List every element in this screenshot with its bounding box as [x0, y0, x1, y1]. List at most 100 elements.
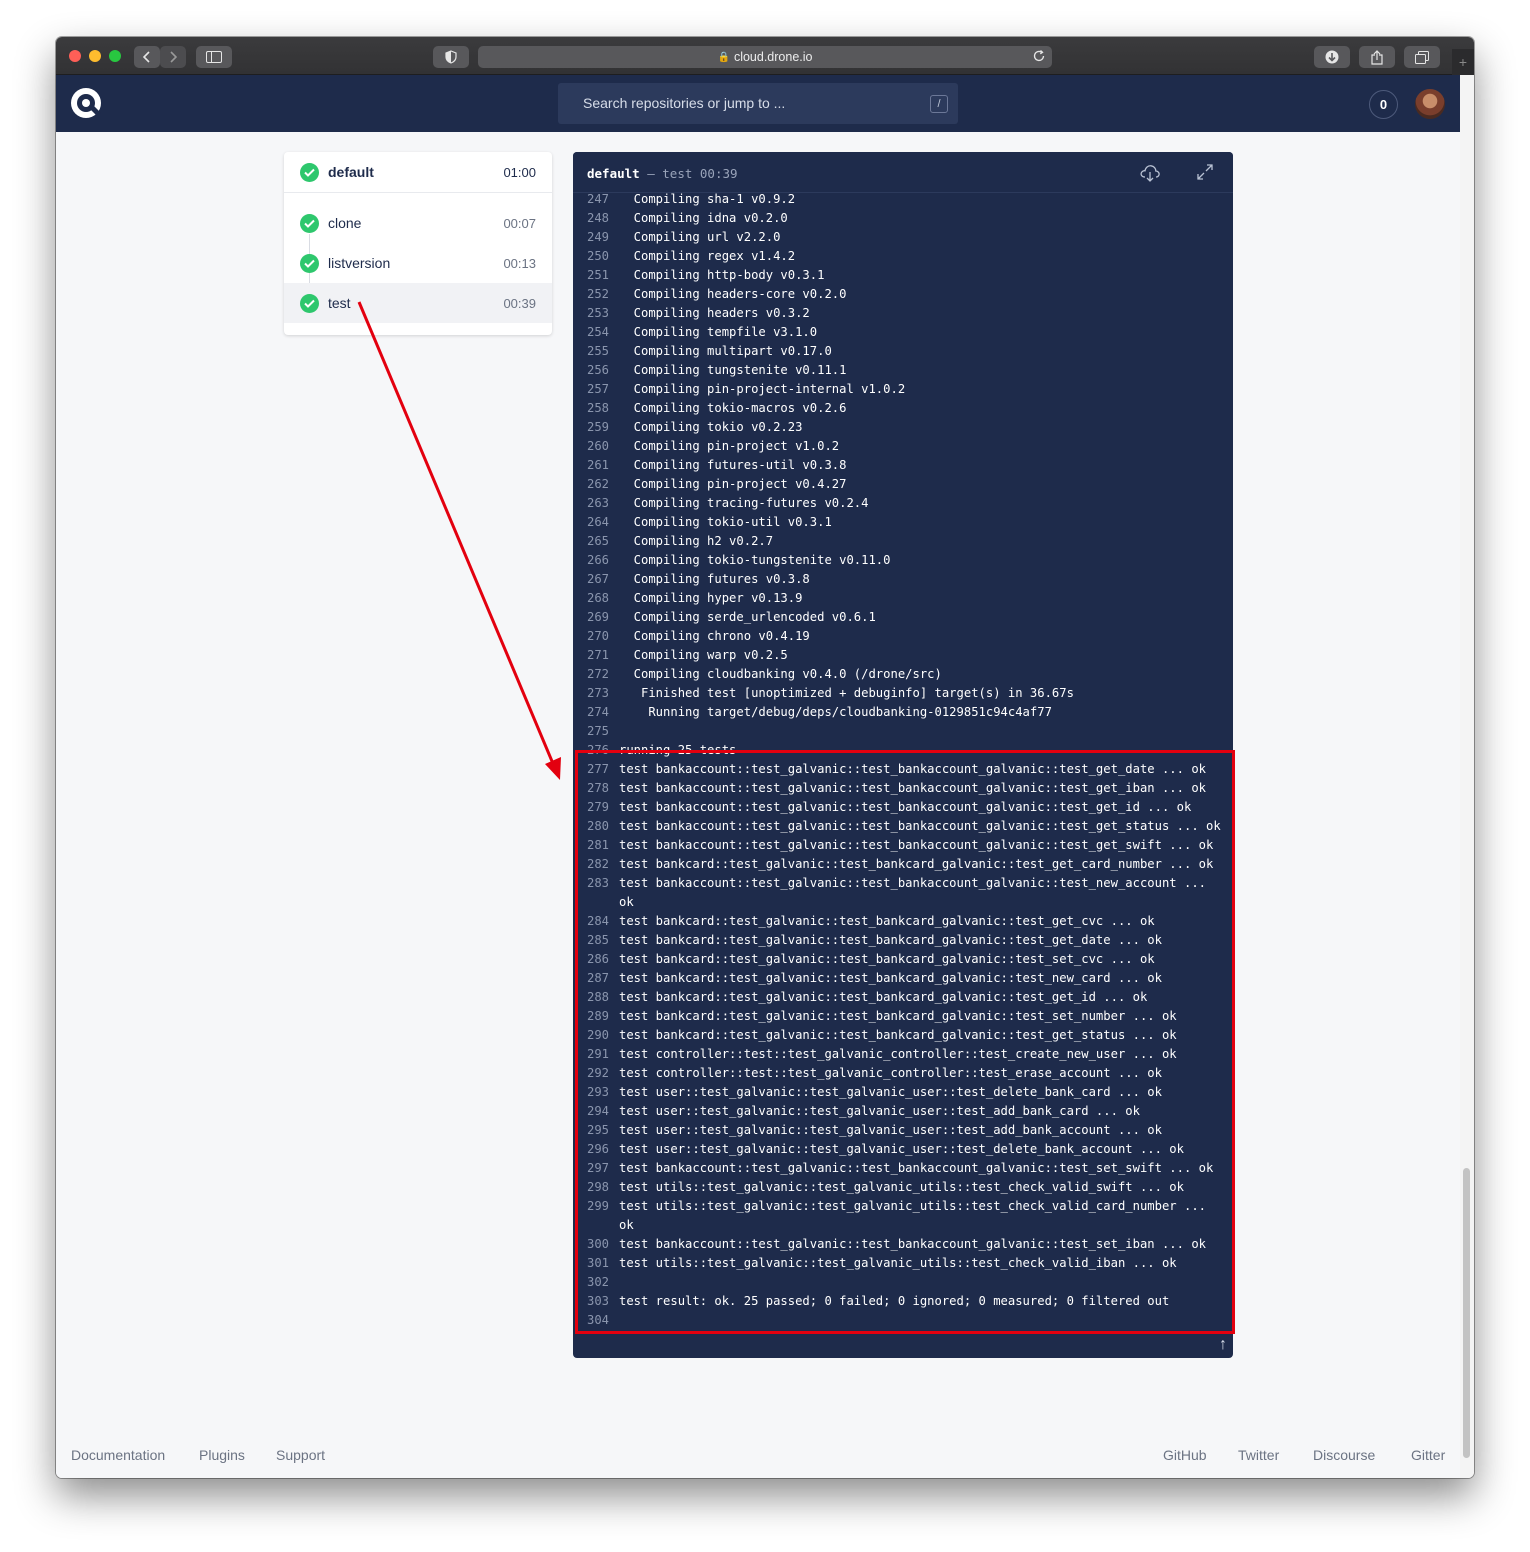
- new-tab-button[interactable]: +: [1452, 49, 1474, 75]
- log-header: default – test 00:39: [573, 152, 1233, 193]
- share-icon: [1371, 49, 1383, 65]
- log-line: 266 Compiling tokio-tungstenite v0.11.0: [573, 551, 1233, 570]
- log-title: default – test 00:39: [587, 166, 738, 181]
- log-line-number: 264: [586, 515, 609, 529]
- chevron-left-icon: [143, 51, 150, 63]
- scrollbar-thumb[interactable]: [1463, 1168, 1470, 1458]
- stage-header[interactable]: default 01:00: [284, 152, 552, 193]
- step-listversion[interactable]: listversion 00:13: [284, 243, 552, 283]
- drone-logo-icon[interactable]: [70, 87, 102, 124]
- zoom-window-button[interactable]: [109, 50, 121, 62]
- step-test[interactable]: test 00:39: [284, 283, 552, 323]
- log-line-number: 250: [586, 249, 609, 263]
- tabs-overview-button[interactable]: [1404, 46, 1440, 68]
- log-line: 257 Compiling pin-project-internal v1.0.…: [573, 380, 1233, 399]
- log-line-text: Compiling http-body v0.3.1: [619, 268, 825, 282]
- user-avatar[interactable]: [1415, 89, 1445, 119]
- log-line-number: 267: [586, 572, 609, 586]
- log-line: 264 Compiling tokio-util v0.3.1: [573, 513, 1233, 532]
- log-line-text: Compiling tracing-futures v0.2.4: [619, 496, 869, 510]
- log-line-text: Compiling futures v0.3.8: [619, 572, 810, 586]
- share-button[interactable]: [1359, 46, 1395, 68]
- shield-icon: [445, 50, 457, 64]
- log-line-text: Compiling cloudbanking v0.4.0 (/drone/sr…: [619, 667, 942, 681]
- log-line-number: 260: [586, 439, 609, 453]
- log-duration-value: 00:39: [699, 166, 738, 181]
- sidebar-icon: [206, 51, 222, 63]
- forward-button[interactable]: [160, 46, 186, 68]
- log-line-number: 249: [586, 230, 609, 244]
- footer-link-gitter[interactable]: Gitter: [1411, 1447, 1445, 1463]
- footer-link-support[interactable]: Support: [276, 1447, 325, 1463]
- log-title-separator: –: [639, 166, 663, 181]
- highlight-box: [575, 750, 1235, 1334]
- back-button[interactable]: [134, 46, 160, 68]
- log-line-number: 261: [586, 458, 609, 472]
- log-line: 255 Compiling multipart v0.17.0: [573, 342, 1233, 361]
- search-input[interactable]: Search repositories or jump to ... /: [558, 83, 958, 124]
- scroll-to-top-icon[interactable]: ↑: [1219, 1336, 1227, 1354]
- log-line-text: Compiling futures-util v0.3.8: [619, 458, 847, 472]
- log-line: 270 Compiling chrono v0.4.19: [573, 627, 1233, 646]
- step-clone[interactable]: clone 00:07: [284, 203, 552, 243]
- success-check-icon: [300, 213, 319, 233]
- footer-link-twitter[interactable]: Twitter: [1238, 1447, 1279, 1463]
- log-step-name: test: [662, 166, 693, 181]
- app-navbar: Search repositories or jump to ... / 0: [56, 75, 1460, 132]
- log-line: 258 Compiling tokio-macros v0.2.6: [573, 399, 1233, 418]
- log-line: 256 Compiling tungstenite v0.11.1: [573, 361, 1233, 380]
- log-line-number: 274: [586, 705, 609, 719]
- log-duration: 00:39: [692, 166, 738, 181]
- log-line: 259 Compiling tokio v0.2.23: [573, 418, 1233, 437]
- reload-icon[interactable]: [1032, 49, 1046, 66]
- log-line: 254 Compiling tempfile v3.1.0: [573, 323, 1233, 342]
- log-line-number: 251: [586, 268, 609, 282]
- log-line: 274 Running target/debug/deps/cloudbanki…: [573, 703, 1233, 722]
- log-line-number: 248: [586, 211, 609, 225]
- log-line-text: Compiling warp v0.2.5: [619, 648, 788, 662]
- page-scrollbar[interactable]: [1460, 75, 1474, 1478]
- log-line-number: 265: [586, 534, 609, 548]
- log-line-text: Compiling headers-core v0.2.0: [619, 287, 847, 301]
- url-text: cloud.drone.io: [733, 50, 813, 64]
- minimize-window-button[interactable]: [89, 50, 101, 62]
- log-line: 252 Compiling headers-core v0.2.0: [573, 285, 1233, 304]
- close-window-button[interactable]: [69, 50, 81, 62]
- log-line-text: Compiling url v2.2.0: [619, 230, 781, 244]
- stage-name: default: [328, 164, 374, 180]
- log-line-number: 262: [586, 477, 609, 491]
- log-line: 269 Compiling serde_urlencoded v0.6.1: [573, 608, 1233, 627]
- sidebar-toggle-button[interactable]: [196, 46, 232, 68]
- log-line-text: Compiling regex v1.4.2: [619, 249, 796, 263]
- log-line: 267 Compiling futures v0.3.8: [573, 570, 1233, 589]
- log-line: 275: [573, 722, 1233, 741]
- privacy-report-button[interactable]: [433, 46, 469, 68]
- success-check-icon: [300, 293, 319, 313]
- log-line-number: 256: [586, 363, 609, 377]
- log-line-text: Compiling pin-project-internal v1.0.2: [619, 382, 906, 396]
- expand-icon[interactable]: [1195, 162, 1215, 187]
- step-duration: 00:07: [503, 215, 536, 231]
- footer-link-documentation[interactable]: Documentation: [71, 1447, 165, 1463]
- log-line-number: 258: [586, 401, 609, 415]
- step-duration: 00:39: [503, 295, 536, 311]
- footer-link-plugins[interactable]: Plugins: [199, 1447, 245, 1463]
- step-name: listversion: [328, 255, 391, 271]
- browser-toolbar: 🔒 cloud.drone.io +: [56, 37, 1474, 75]
- log-line-number: 252: [586, 287, 609, 301]
- log-line-text: Compiling hyper v0.13.9: [619, 591, 803, 605]
- log-line-text: Compiling chrono v0.4.19: [619, 629, 810, 643]
- stage-duration: 01:00: [503, 164, 536, 180]
- footer-link-github[interactable]: GitHub: [1163, 1447, 1207, 1463]
- notification-count-badge[interactable]: 0: [1369, 90, 1398, 119]
- log-line-number: 272: [586, 667, 609, 681]
- downloads-button[interactable]: [1314, 46, 1350, 68]
- footer-link-discourse[interactable]: Discourse: [1313, 1447, 1375, 1463]
- download-icon: [1325, 50, 1339, 64]
- log-line-text: Compiling headers v0.3.2: [619, 306, 810, 320]
- log-line-number: 269: [586, 610, 609, 624]
- log-line-number: 275: [586, 724, 609, 738]
- log-line: 261 Compiling futures-util v0.3.8: [573, 456, 1233, 475]
- address-bar[interactable]: 🔒 cloud.drone.io: [478, 46, 1052, 68]
- download-log-icon[interactable]: [1139, 162, 1161, 189]
